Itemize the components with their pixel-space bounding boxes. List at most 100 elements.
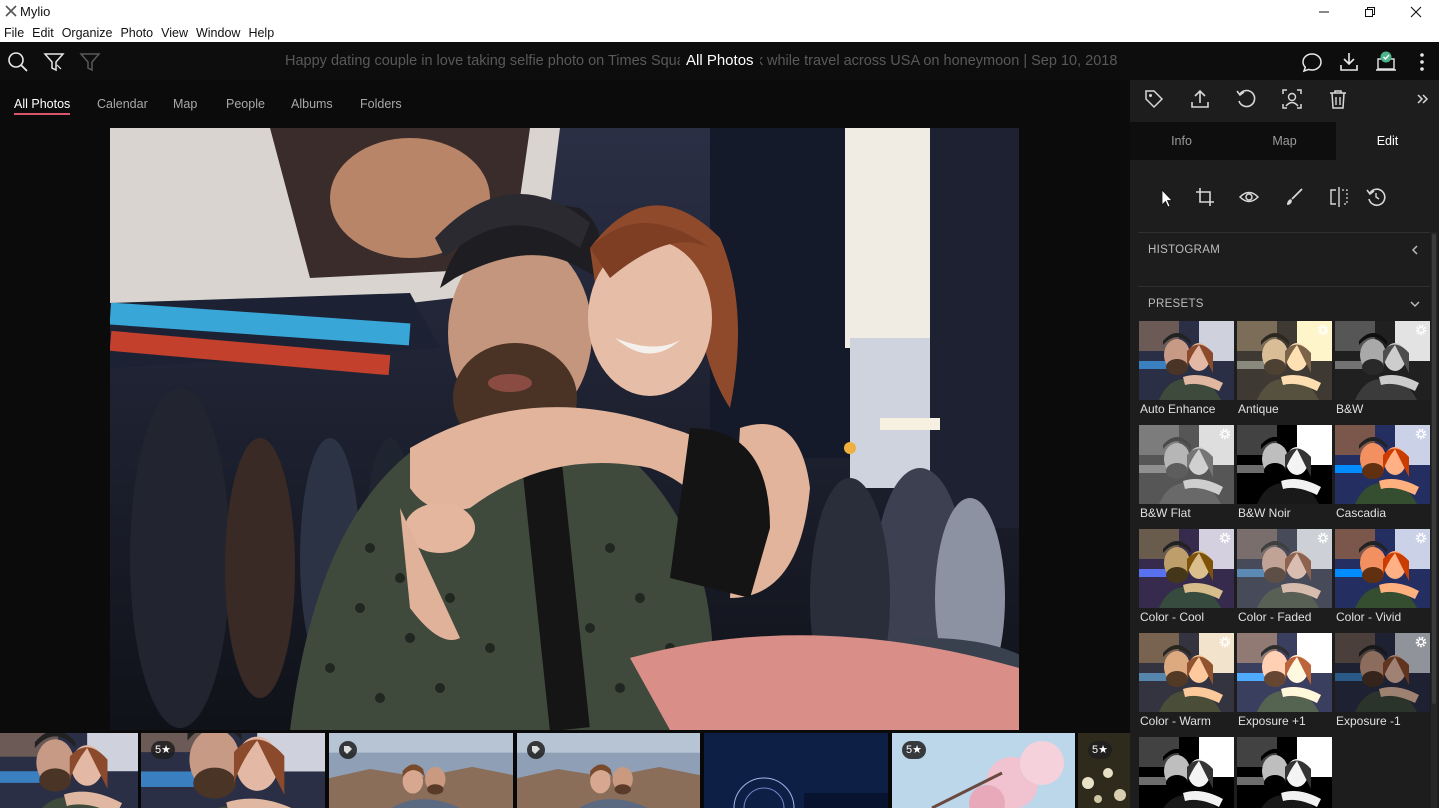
edit-tools: [1130, 160, 1439, 232]
chevron-down-icon[interactable]: [1409, 298, 1421, 310]
menu-file[interactable]: File: [4, 26, 24, 40]
menu-bar: File Edit Organize Photo View Window Hel…: [0, 23, 1439, 42]
preset-tile[interactable]: B&W Flat: [1139, 425, 1234, 526]
histogram-header[interactable]: HISTOGRAM: [1148, 244, 1220, 256]
filmstrip-thumb[interactable]: 5★: [892, 733, 1075, 808]
main-photo[interactable]: [110, 128, 1019, 730]
gear-icon[interactable]: [1316, 531, 1330, 545]
revert-tool[interactable]: [1365, 186, 1387, 208]
retouch-tool[interactable]: [1283, 186, 1305, 208]
preset-tile[interactable]: Exposure -1: [1335, 633, 1430, 734]
preset-tile[interactable]: Color - Vivid: [1335, 529, 1430, 630]
minimize-icon: [1319, 11, 1329, 12]
minimize-button[interactable]: [1301, 0, 1347, 23]
filmstrip-thumb[interactable]: [0, 733, 138, 808]
collapse-panel-button[interactable]: [1412, 88, 1434, 110]
preset-thumbnail: [1139, 321, 1234, 400]
preset-label: B&W Flat: [1140, 506, 1191, 520]
filmstrip-thumb[interactable]: [704, 733, 888, 808]
panel-scrollbar-thumb[interactable]: [1432, 234, 1436, 704]
preset-label: B&W Noir: [1238, 506, 1291, 520]
preset-tile[interactable]: [1139, 737, 1234, 808]
gear-icon[interactable]: [1218, 739, 1232, 753]
tag-badge: [339, 741, 357, 759]
presets-header[interactable]: PRESETS: [1148, 298, 1204, 310]
close-button[interactable]: [1393, 0, 1439, 23]
preset-tile[interactable]: Cascadia: [1335, 425, 1430, 526]
advanced-filter-button[interactable]: [79, 51, 101, 73]
preset-label: Cascadia: [1336, 506, 1387, 520]
rotate-icon: [1236, 89, 1256, 108]
menu-organize[interactable]: Organize: [62, 26, 113, 40]
tab-people[interactable]: People: [226, 97, 265, 111]
sync-status-button[interactable]: [1375, 51, 1397, 73]
preset-tile[interactable]: Color - Cool: [1139, 529, 1234, 630]
preset-tile[interactable]: Auto Enhance: [1139, 321, 1234, 422]
tag-button[interactable]: [1143, 88, 1165, 110]
mylio-window: Mylio File Edit Organize Photo View Wind…: [0, 0, 1439, 808]
menu-window[interactable]: Window: [196, 26, 240, 40]
view-tabs: All Photos Calendar Map People Albums Fo…: [0, 80, 1130, 126]
faces-button[interactable]: [1281, 88, 1303, 110]
selfie-couple-image: [110, 128, 1019, 730]
gear-icon[interactable]: [1414, 427, 1428, 441]
filmstrip-thumb[interactable]: [329, 733, 513, 808]
menu-help[interactable]: Help: [248, 26, 274, 40]
preset-tile[interactable]: B&W Noir: [1237, 425, 1332, 526]
chat-button[interactable]: [1301, 51, 1323, 73]
tab-map[interactable]: Map: [173, 97, 197, 111]
more-menu-button[interactable]: [1411, 51, 1433, 73]
tab-albums[interactable]: Albums: [291, 97, 333, 111]
filmstrip-thumb-selected[interactable]: 5★: [141, 733, 325, 808]
mylio-logo-icon: [5, 5, 17, 17]
gear-icon[interactable]: [1218, 635, 1232, 649]
photo-actions-bar: [1130, 80, 1439, 120]
rotate-button[interactable]: [1235, 88, 1257, 110]
filmstrip-thumb[interactable]: [517, 733, 700, 808]
gear-icon[interactable]: [1218, 427, 1232, 441]
delete-button[interactable]: [1327, 88, 1349, 110]
tab-map-panel[interactable]: Map: [1233, 122, 1336, 160]
chevron-left-icon[interactable]: [1409, 244, 1421, 256]
preset-tile[interactable]: Exposure +1: [1237, 633, 1332, 734]
red-eye-tool[interactable]: [1238, 186, 1260, 208]
restore-button[interactable]: [1347, 0, 1393, 23]
preset-tile[interactable]: Color - Faded: [1237, 529, 1332, 630]
preset-tile[interactable]: B&W: [1335, 321, 1430, 422]
preset-tile[interactable]: Color - Warm: [1139, 633, 1234, 734]
gear-icon[interactable]: [1316, 635, 1330, 649]
gear-icon[interactable]: [1316, 427, 1330, 441]
menu-photo[interactable]: Photo: [120, 26, 153, 40]
preset-label: Auto Enhance: [1140, 402, 1216, 416]
face-recognition-icon: [1282, 89, 1302, 109]
filmstrip-thumb[interactable]: 5★: [1078, 733, 1130, 808]
tab-all-photos[interactable]: All Photos: [14, 97, 71, 115]
search-button[interactable]: [7, 51, 29, 73]
preset-tile[interactable]: [1237, 737, 1332, 808]
menu-view[interactable]: View: [161, 26, 188, 40]
tab-calendar[interactable]: Calendar: [97, 97, 148, 111]
gear-icon[interactable]: [1218, 531, 1232, 545]
tag-badge: [527, 741, 545, 759]
gear-icon[interactable]: [1316, 739, 1330, 753]
window-title: Mylio: [20, 4, 51, 19]
import-button[interactable]: [1338, 51, 1360, 73]
tab-folders[interactable]: Folders: [360, 97, 402, 111]
menu-edit[interactable]: Edit: [32, 26, 54, 40]
night-wheel-thumbnail: [704, 733, 888, 808]
crop-tool[interactable]: [1194, 186, 1216, 208]
preset-tile[interactable]: Antique: [1237, 321, 1332, 422]
share-button[interactable]: [1189, 88, 1211, 110]
tab-edit[interactable]: Edit: [1336, 122, 1439, 160]
preset-label: B&W: [1336, 402, 1364, 416]
gear-icon[interactable]: [1414, 531, 1428, 545]
preset-label: Color - Cool: [1140, 610, 1205, 624]
gear-icon[interactable]: [1414, 635, 1428, 649]
filter-button[interactable]: [43, 51, 65, 73]
gear-icon[interactable]: [1316, 323, 1330, 337]
select-tool[interactable]: [1155, 186, 1177, 208]
gear-icon[interactable]: [1414, 323, 1428, 337]
compare-tool[interactable]: [1328, 186, 1350, 208]
couple-thumbnail: [0, 733, 138, 808]
tab-info[interactable]: Info: [1130, 122, 1233, 160]
